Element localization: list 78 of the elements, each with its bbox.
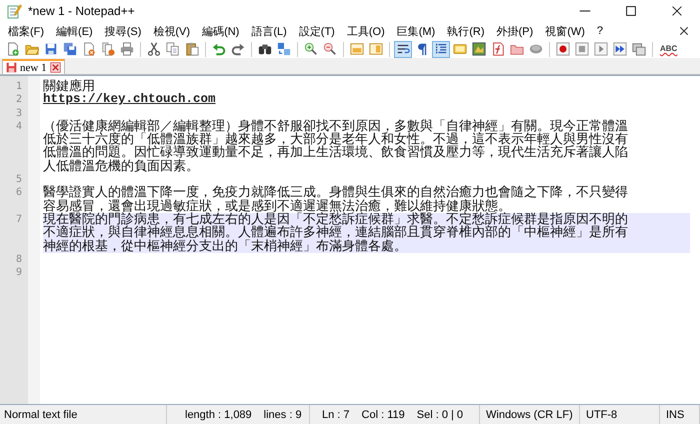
selection-count: Sel : 0 | 0 — [416, 408, 464, 420]
word-wrap-icon[interactable] — [396, 42, 410, 56]
document-map-icon[interactable] — [472, 42, 486, 56]
clipboard-icon[interactable] — [185, 42, 199, 56]
text-line: （優活健康網編輯部／編輯整理）身體不舒服卻找不到原因，多數與「自律神經」有關。現今正常體溫 — [43, 120, 629, 134]
text-line: 低於三十六度的「低體溫族群」越來越多，大部分是老年人和女性。不過，這不表示年輕人與男性沒有 — [43, 133, 629, 146]
close-icon[interactable] — [670, 4, 684, 18]
copy-icon[interactable] — [166, 42, 180, 56]
zoom-in-icon[interactable] — [304, 42, 318, 56]
text-line: 關鍵應用 — [43, 80, 95, 94]
line-number: 7 — [14, 212, 22, 226]
tab-close-icon[interactable] — [50, 62, 61, 73]
floppy-disks-icon[interactable] — [63, 42, 77, 56]
line-number: 9 — [14, 266, 22, 280]
maximize-icon[interactable] — [624, 4, 638, 18]
play-icon[interactable] — [594, 42, 608, 56]
line-number: 3 — [14, 106, 22, 120]
length-label: length : 1,089 — [185, 408, 252, 420]
text-line: 醫學證實人的體溫下降一度，免疫力就降低三成。身體與生俱來的自然治癒力也會隨之下降，不只變得 — [43, 186, 629, 200]
replace-icon[interactable] — [277, 42, 291, 56]
record-icon[interactable] — [556, 42, 570, 56]
menu-item[interactable]: 巨集(M) — [390, 24, 442, 38]
line-number: 5 — [14, 173, 22, 186]
text-line: 不適症狀，與自律神經息息相關。人體遍布許多神經，連結腦部且貫穿脊椎內部的「中樞神經」是所有 — [43, 226, 629, 240]
zoom-out-icon[interactable] — [323, 42, 337, 56]
menu-item[interactable]: 視窗(W) — [539, 24, 591, 38]
column-position: Col : 119 — [362, 408, 405, 420]
workspace-folder-icon[interactable] — [510, 42, 524, 56]
text-line: 低體溫的問題。因忙碌導致運動量不足，再加上生活環境、飲食習慣及壓力等，現代生活充斥著讓人陷 — [43, 146, 629, 160]
close-icon[interactable] — [678, 25, 690, 37]
line-number: 2 — [14, 93, 22, 107]
file-type-label: Normal text file — [4, 408, 78, 420]
text-line: 容易感冒，還會出現過敏症狀，或是感到不適遲遲無法治癒，難以維持健康狀態。 — [43, 200, 511, 213]
line-number: 1 — [14, 80, 22, 94]
spell-check-button[interactable]: ABC — [657, 40, 680, 58]
url-link[interactable]: https://key.chtouch.com — [43, 93, 690, 107]
menu-item[interactable]: 語言(L) — [245, 24, 293, 38]
binoculars-icon[interactable] — [258, 42, 272, 56]
menu-item[interactable]: 檢視(V) — [147, 24, 196, 38]
line-number: 4 — [14, 120, 22, 134]
line-position: Ln : 7 — [322, 408, 350, 420]
menu-item[interactable]: 工具(O) — [340, 24, 391, 38]
pilcrow-icon[interactable] — [415, 42, 429, 56]
printer-icon[interactable] — [120, 42, 134, 56]
notepad-icon — [6, 3, 22, 19]
encoding-label: UTF-8 — [586, 408, 618, 420]
function-list-icon[interactable] — [491, 42, 505, 56]
fast-forward-icon[interactable] — [613, 42, 627, 56]
window-sync-icon[interactable] — [350, 42, 364, 56]
text-line: 神經的根基，從中樞神經分支出的「末梢神經」布滿身體各處。 — [43, 240, 408, 253]
menu-item[interactable]: 執行(R) — [441, 24, 491, 38]
scissors-icon[interactable] — [147, 42, 161, 56]
folder-icon[interactable] — [25, 42, 39, 56]
new-file-icon[interactable] — [6, 42, 20, 56]
text-line: 現在醫院的門診病患，有七成左右的人是因「不定愁訴症候群」求醫。不定愁訴症候群是指原因不明的 — [43, 212, 629, 226]
file-tab[interactable]: new 1 — [2, 59, 65, 74]
lines-label: lines : 9 — [264, 408, 302, 420]
text-line: 人低體溫危機的負面因素。 — [43, 160, 200, 174]
line-ending-label: Windows (CR LF) — [486, 408, 573, 420]
undo-icon[interactable] — [212, 42, 226, 56]
menu-item[interactable]: 設定(T) — [292, 24, 341, 38]
menu-item[interactable]: 編碼(N) — [196, 24, 246, 38]
redo-icon[interactable] — [231, 42, 245, 56]
window-split-icon[interactable] — [369, 42, 383, 56]
files-close-icon[interactable] — [101, 42, 115, 56]
windows-stack-icon[interactable] — [632, 42, 646, 56]
indent-guide-icon[interactable] — [434, 42, 448, 56]
window-title: *new 1 - Notepad++ — [28, 4, 136, 18]
menu-item[interactable]: 檔案(F) — [2, 24, 50, 38]
menu-item[interactable]: 編輯(E) — [50, 24, 99, 38]
line-number: 8 — [14, 252, 22, 266]
menu-item[interactable]: 外掛(P) — [490, 24, 540, 38]
file-close-icon[interactable] — [82, 42, 96, 56]
line-number: 6 — [14, 186, 22, 200]
menu-item[interactable]: 搜尋(S) — [98, 24, 148, 38]
insert-mode-label: INS — [666, 408, 684, 420]
menu-item[interactable]: ? — [590, 25, 610, 37]
stop-icon[interactable] — [575, 42, 589, 56]
